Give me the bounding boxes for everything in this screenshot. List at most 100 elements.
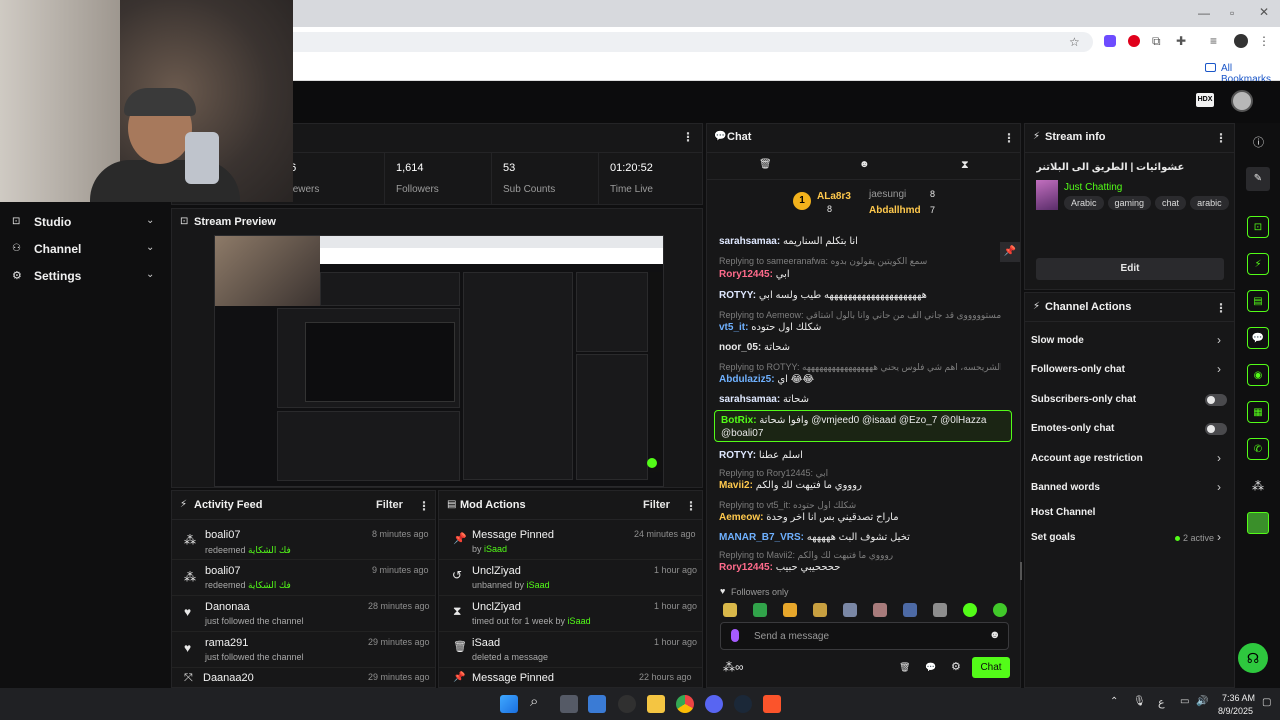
gear-icon[interactable]: ⚙: [951, 660, 961, 673]
emote-icon[interactable]: [843, 603, 857, 617]
set-goals-row[interactable]: Set goals 2 active ›: [1031, 530, 1229, 546]
windows-start-icon[interactable]: [500, 695, 518, 713]
maximize-icon[interactable]: ▫: [1230, 6, 1234, 20]
followers-only-row[interactable]: Followers-only chat ›: [1031, 362, 1229, 378]
keyboard-language[interactable]: ع: [1158, 696, 1165, 709]
chat-message[interactable]: Abdulaziz5: اي 😂😂: [719, 374, 1001, 385]
category-link[interactable]: Just Chatting: [1064, 182, 1122, 193]
mod-menu-icon[interactable]: ⋮: [685, 499, 697, 513]
slow-mode-row[interactable]: Slow mode ›: [1031, 333, 1229, 349]
sidebar-item-studio[interactable]: ⊡ Studio ⌄: [12, 215, 162, 231]
list-item[interactable]: ♥ rama291 just followed the channel 29 m…: [172, 631, 435, 667]
clock-date[interactable]: 8/9/2025: [1218, 706, 1253, 716]
emote-icon[interactable]: [783, 603, 797, 617]
mod-filter-button[interactable]: Filter: [643, 499, 670, 511]
address-field[interactable]: ☆: [293, 32, 1093, 52]
discord-icon[interactable]: [705, 695, 723, 713]
extension-puzzle-icon[interactable]: ⧉: [1152, 34, 1161, 49]
file-explorer-icon[interactable]: [647, 695, 665, 713]
activity-filter-button[interactable]: Filter: [376, 499, 403, 511]
pin-message-button[interactable]: 📌: [1000, 242, 1020, 262]
emote-icon[interactable]: [753, 603, 767, 617]
stream-preview-video[interactable]: [214, 235, 664, 487]
list-item[interactable]: ↺ UnclZiyad unbanned by iSaad 1 hour ago: [439, 559, 702, 595]
list-item[interactable]: 🗑 iSaad deleted a message 1 hour ago: [439, 631, 702, 667]
emotes-only-toggle[interactable]: [1205, 423, 1227, 435]
bookmark-star-icon[interactable]: ☆: [1069, 35, 1080, 49]
list-item[interactable]: 📌 Message Pinned by iSaad 24 minutes ago: [439, 523, 702, 559]
stats-menu-icon[interactable]: ⋮: [682, 130, 694, 144]
banned-words-row[interactable]: Banned words ›: [1031, 480, 1229, 496]
emote-icon[interactable]: [723, 603, 737, 617]
info-icon[interactable]: ⓘ: [1253, 134, 1264, 150]
emote-icon[interactable]: [813, 603, 827, 617]
channel-actions-menu-icon[interactable]: ⋮: [1215, 301, 1227, 315]
emote-icon[interactable]: ☻: [859, 159, 870, 170]
chat-message[interactable]: sarahsamaa: انا بتكلم السناريمه: [719, 236, 1001, 247]
browser-menu-icon[interactable]: ⋮: [1258, 34, 1270, 48]
network-icon[interactable]: ▭: [1180, 696, 1189, 707]
chat-message[interactable]: Rory12445: ححححيبي حبيب: [719, 562, 1001, 573]
store-icon[interactable]: [588, 695, 606, 713]
trash-icon[interactable]: 🗑: [899, 662, 910, 673]
list-item[interactable]: ⧗ UnclZiyad timed out for 1 week by iSaa…: [439, 595, 702, 631]
edit-stream-button[interactable]: Edit: [1036, 258, 1224, 280]
user-avatar[interactable]: [1231, 90, 1253, 112]
list-item[interactable]: ♥ Danonaa just followed the channel 28 m…: [172, 595, 435, 631]
chat-input[interactable]: Send a message ☻: [720, 622, 1009, 650]
search-icon[interactable]: ⌕: [530, 693, 538, 710]
shield-extension-icon[interactable]: [1104, 35, 1116, 47]
clock-time[interactable]: 7:36 AM: [1222, 693, 1255, 703]
edit-icon[interactable]: ✎: [1246, 167, 1270, 191]
sidebar-item-settings[interactable]: ⚙ Settings ⌄: [12, 269, 162, 285]
tag[interactable]: Arabic: [1064, 196, 1104, 210]
category-thumbnail[interactable]: [1036, 180, 1058, 210]
list-item[interactable]: ⁂ boali07 redeemed فك الشكاية 8 minutes …: [172, 523, 435, 559]
chevron-down-icon[interactable]: ⌄: [146, 242, 154, 253]
hdx-logo-icon[interactable]: HDX: [1196, 93, 1214, 107]
sidebar-item-channel[interactable]: ⚇ Channel ⌄: [12, 242, 162, 258]
extensions-icon[interactable]: ✚: [1176, 34, 1186, 48]
send-chat-button[interactable]: Chat: [972, 657, 1010, 678]
mod-list-toggle-icon[interactable]: ▤: [1247, 290, 1269, 312]
microphone-icon[interactable]: [731, 629, 739, 642]
app-thumbnail-icon[interactable]: [1247, 512, 1269, 534]
kick-points-icon[interactable]: ⁂: [1252, 479, 1264, 493]
emoji-icon[interactable]: ☻: [989, 629, 1001, 641]
chat-message[interactable]: ROTYY: اسلم عطنا: [719, 450, 1001, 461]
opera-extension-icon[interactable]: [1128, 35, 1140, 47]
chevron-down-icon[interactable]: ⌄: [146, 215, 154, 226]
chevron-down-icon[interactable]: ⌄: [146, 269, 154, 280]
list-item[interactable]: ⁂ boali07 redeemed فك الشكاية 9 minutes …: [172, 559, 435, 595]
tag[interactable]: gaming: [1107, 196, 1152, 210]
obs-icon[interactable]: [618, 695, 636, 713]
trash-icon[interactable]: 🗑: [759, 159, 772, 170]
chat-message[interactable]: Aemeow: ماراح تصدقيني بس انا اخر وحدة: [719, 512, 1001, 523]
stream-preview-toggle-icon[interactable]: ⊡: [1247, 216, 1269, 238]
minimize-icon[interactable]: —: [1198, 6, 1210, 20]
task-view-icon[interactable]: [560, 695, 578, 713]
profile-avatar[interactable]: [1234, 34, 1248, 48]
emote-icon[interactable]: [933, 603, 947, 617]
chat-menu-icon[interactable]: ⋮: [1003, 131, 1015, 145]
media-control-icon[interactable]: ≡: [1210, 34, 1217, 48]
close-window-icon[interactable]: ✕: [1259, 5, 1269, 19]
steam-icon[interactable]: [734, 695, 752, 713]
chat-scrollbar[interactable]: [1020, 562, 1022, 580]
broadcast-icon[interactable]: ◉: [1247, 364, 1269, 386]
stream-info-menu-icon[interactable]: ⋮: [1215, 131, 1227, 145]
chat-message[interactable]: Mavii2: روووي ما فتيهت لك والكم: [719, 480, 1001, 491]
chrome-icon[interactable]: [676, 695, 694, 713]
microphone-icon[interactable]: 🎙: [1133, 696, 1146, 707]
notifications-icon[interactable]: ▢: [1262, 697, 1271, 708]
tray-chevron-icon[interactable]: ⌃: [1110, 696, 1118, 707]
brave-icon[interactable]: [763, 695, 781, 713]
highlighted-message[interactable]: BotRix: وافوا شحاتة @vmjeed0 @isaad @Ezo…: [714, 410, 1012, 442]
hourglass-icon[interactable]: ⧗: [961, 159, 969, 172]
kick-points-icon[interactable]: ⁂∞: [723, 660, 744, 674]
chat-toggle-icon[interactable]: 💬: [1247, 327, 1269, 349]
chat-message[interactable]: vt5_it: شكلك اول حتوده: [719, 322, 1001, 333]
chat-message[interactable]: ROTYY: هههههههههههههههههههههه طيب ولسه ا…: [719, 290, 1001, 301]
host-channel-row[interactable]: Host Channel: [1031, 505, 1229, 521]
tag[interactable]: arabic: [1190, 196, 1229, 210]
